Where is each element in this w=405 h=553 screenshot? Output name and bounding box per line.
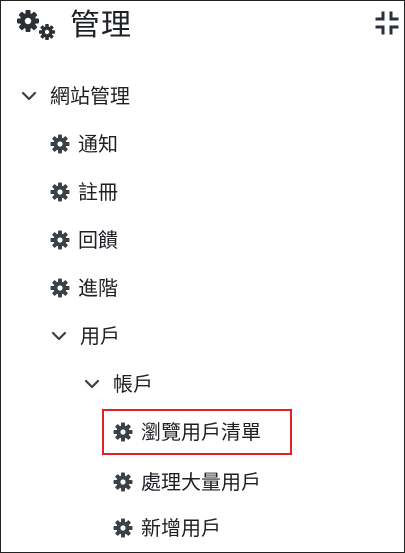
gears-icon [17,10,55,40]
block-header: 管理 [16,2,132,50]
gear-icon [50,134,70,154]
gear-icon [50,278,70,298]
tree-node-add-user[interactable]: 新增用戶 [113,512,221,544]
highlight-box [102,409,292,455]
tree-node-feedback[interactable]: 回饋 [50,224,118,256]
tree-node-label: 處理大量用戶 [141,470,261,494]
tree-node-label: 帳戶 [113,372,153,396]
tree-node-label: 用戶 [80,324,120,348]
tree-node-advanced[interactable]: 進階 [50,272,118,304]
gear-icon [50,230,70,250]
tree-node-notifications[interactable]: 通知 [50,128,118,160]
tree-node-bulk-actions[interactable]: 處理大量用戶 [113,466,261,498]
tree-node-label: 新增用戶 [141,516,221,540]
chevron-down-icon [21,91,37,101]
compress-icon[interactable] [375,11,399,35]
tree-node-users[interactable]: 用戶 [50,320,120,352]
tree-node-site-admin[interactable]: 網站管理 [20,80,130,112]
gear-icon [50,182,70,202]
chevron-down-icon [51,331,67,341]
gear-icon [113,472,133,492]
gear-icon [113,518,133,538]
tree-node-label: 網站管理 [50,84,130,108]
tree-node-registration[interactable]: 註冊 [50,176,118,208]
tree-node-label: 回饋 [78,228,118,252]
block-title: 管理 [70,8,132,43]
tree-node-label: 通知 [78,132,118,156]
chevron-down-icon [84,379,100,389]
tree-node-accounts[interactable]: 帳戶 [83,368,153,400]
tree-node-label: 註冊 [78,180,118,204]
tree-node-label: 進階 [78,276,118,300]
